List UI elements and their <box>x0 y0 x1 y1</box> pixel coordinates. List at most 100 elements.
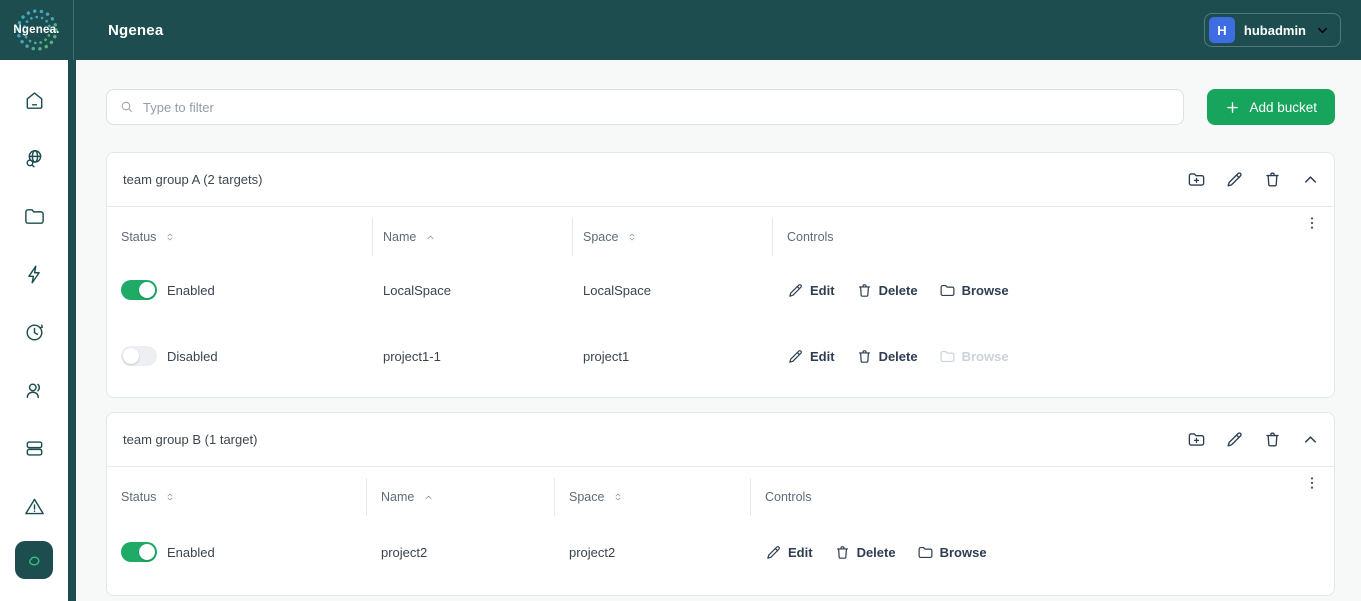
status-label: Enabled <box>167 283 215 298</box>
kebab-menu-icon <box>1304 475 1320 491</box>
folder-icon <box>939 282 956 299</box>
delete-button[interactable]: Delete <box>856 348 918 365</box>
target-space: project1 <box>573 349 773 364</box>
table-row: Disabled project1-1 project1 Edit Delete <box>121 323 1320 389</box>
browse-button[interactable]: Browse <box>917 544 987 561</box>
status-label: Enabled <box>167 545 215 560</box>
group-card-b: team group B (1 target) <box>106 412 1335 596</box>
kebab-menu-icon <box>1304 215 1320 231</box>
folder-plus-icon <box>1187 430 1206 449</box>
delete-button[interactable]: Delete <box>856 282 918 299</box>
filter-input-wrap <box>106 89 1184 125</box>
sort-both-icon <box>626 230 638 244</box>
avatar: H <box>1209 17 1235 43</box>
filter-input[interactable] <box>143 100 1171 115</box>
sidebar-item-buckets-active[interactable] <box>15 541 53 579</box>
column-header-space[interactable]: Space <box>555 478 751 516</box>
trash-icon <box>1263 430 1282 449</box>
column-header-controls: Controls <box>773 218 1320 256</box>
group-title: team group B (1 target) <box>123 432 257 447</box>
bucket-blob-icon <box>23 549 45 571</box>
pencil-icon <box>1225 430 1244 449</box>
delete-group-button[interactable] <box>1263 170 1282 189</box>
column-header-name[interactable]: Name <box>367 478 555 516</box>
table-menu-button[interactable] <box>1304 215 1320 231</box>
trash-icon <box>834 544 851 561</box>
column-header-space[interactable]: Space <box>573 218 773 256</box>
lightning-icon <box>23 263 46 286</box>
sidebar-item-home[interactable] <box>0 71 68 129</box>
status-toggle[interactable] <box>121 346 157 366</box>
table-menu-button[interactable] <box>1304 475 1320 491</box>
target-name: project1-1 <box>373 349 573 364</box>
sidebar-item-alerts[interactable] <box>0 477 68 535</box>
group-card-a: team group A (2 targets) <box>106 152 1335 398</box>
target-space: project2 <box>555 545 751 560</box>
column-header-controls: Controls <box>751 478 1320 516</box>
collapse-group-button[interactable] <box>1301 430 1320 449</box>
pencil-icon <box>765 544 782 561</box>
edit-group-button[interactable] <box>1225 170 1244 189</box>
sort-both-icon <box>164 230 176 244</box>
add-bucket-button[interactable]: Add bucket <box>1207 89 1335 125</box>
chevron-up-icon <box>1301 430 1320 449</box>
pencil-icon <box>787 348 804 365</box>
delete-button[interactable]: Delete <box>834 544 896 561</box>
column-header-status[interactable]: Status <box>121 218 373 256</box>
delete-group-button[interactable] <box>1263 430 1282 449</box>
sidebar-item-activity[interactable] <box>0 245 68 303</box>
trash-icon <box>1263 170 1282 189</box>
sort-asc-icon <box>422 491 435 504</box>
edit-group-button[interactable] <box>1225 430 1244 449</box>
clock-history-icon <box>23 321 46 344</box>
topbar: Ngenea. Ngenea H hubadmin <box>0 0 1361 60</box>
column-header-name[interactable]: Name <box>373 218 573 256</box>
edit-button[interactable]: Edit <box>787 348 835 365</box>
browse-button-disabled: Browse <box>939 348 1009 365</box>
main-content: Add bucket team group A (2 targets) <box>76 60 1361 601</box>
folder-icon <box>917 544 934 561</box>
user-menu[interactable]: H hubadmin <box>1204 13 1341 47</box>
sort-both-icon <box>164 490 176 504</box>
home-icon <box>23 89 46 112</box>
sort-both-icon <box>612 490 624 504</box>
targets-table: Status Name Space Controls <box>107 467 1334 595</box>
sidebar-item-discover[interactable] <box>0 129 68 187</box>
sidebar-item-users[interactable] <box>0 361 68 419</box>
browse-button[interactable]: Browse <box>939 282 1009 299</box>
sidebar <box>0 60 68 601</box>
add-target-button[interactable] <box>1187 170 1206 189</box>
sidebar-item-servers[interactable] <box>0 419 68 477</box>
plus-icon <box>1225 100 1240 115</box>
pencil-icon <box>1225 170 1244 189</box>
targets-table: Status Name Space Controls <box>107 207 1334 397</box>
sort-asc-icon <box>424 231 437 244</box>
add-bucket-label: Add bucket <box>1249 100 1317 115</box>
folder-icon <box>939 348 956 365</box>
sidebar-item-files[interactable] <box>0 187 68 245</box>
chevron-down-icon <box>1315 23 1330 38</box>
trash-icon <box>856 348 873 365</box>
pencil-icon <box>787 282 804 299</box>
collapse-group-button[interactable] <box>1301 170 1320 189</box>
topbar-divider <box>73 0 74 60</box>
app-title: Ngenea <box>108 22 163 39</box>
sidebar-item-history[interactable] <box>0 303 68 361</box>
server-stack-icon <box>23 437 46 460</box>
edit-button[interactable]: Edit <box>765 544 813 561</box>
target-name: project2 <box>367 545 555 560</box>
sidebar-accent-stripe <box>68 60 76 601</box>
add-target-button[interactable] <box>1187 430 1206 449</box>
status-toggle[interactable] <box>121 280 157 300</box>
edit-button[interactable]: Edit <box>787 282 835 299</box>
folder-plus-icon <box>1187 170 1206 189</box>
target-space: LocalSpace <box>573 283 773 298</box>
target-name: LocalSpace <box>373 283 573 298</box>
table-row: Enabled LocalSpace LocalSpace Edit Delet… <box>121 257 1320 323</box>
table-row: Enabled project2 project2 Edit Delete <box>121 517 1320 587</box>
column-header-status[interactable]: Status <box>121 478 367 516</box>
status-toggle[interactable] <box>121 542 157 562</box>
app-logo[interactable]: Ngenea. <box>0 0 73 60</box>
warning-triangle-icon <box>23 495 46 518</box>
user-name: hubadmin <box>1244 23 1306 38</box>
